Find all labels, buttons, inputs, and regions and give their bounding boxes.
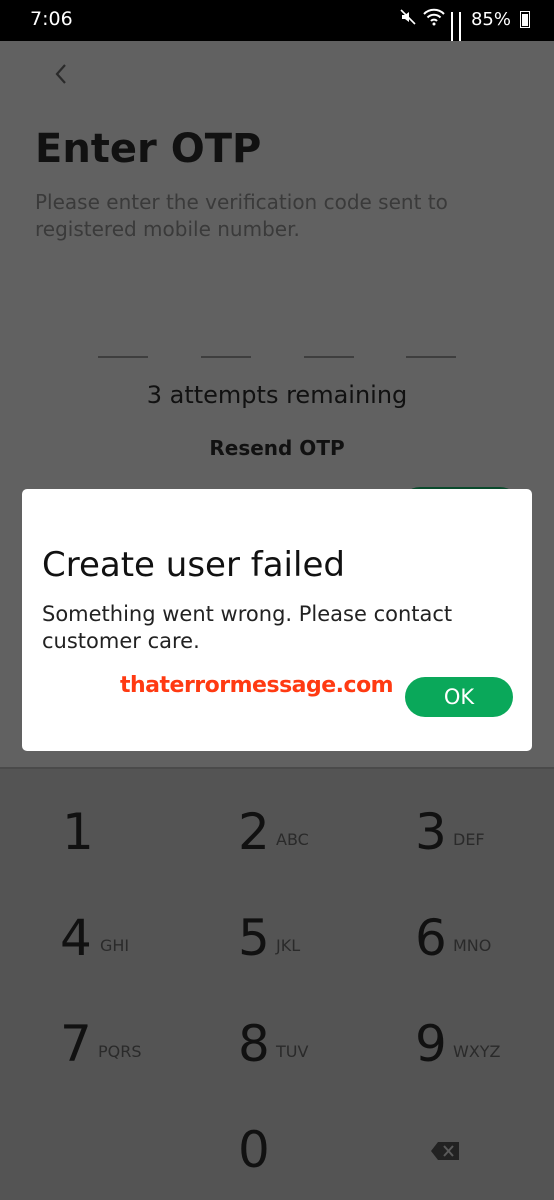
key-8[interactable]: 8 TUV bbox=[238, 1014, 388, 1094]
dialog-message: Something went wrong. Please contact cus… bbox=[42, 602, 453, 653]
key-digit: 6 bbox=[415, 909, 447, 967]
key-digit: 7 bbox=[60, 1015, 92, 1073]
key-6[interactable]: 6 MNO bbox=[415, 908, 545, 988]
error-dialog: Create user failed Something went wrong.… bbox=[22, 489, 532, 751]
battery-level: 85% bbox=[470, 9, 511, 30]
mute-icon bbox=[399, 8, 417, 31]
signal-icon bbox=[458, 11, 461, 49]
dialog-title: Create user failed bbox=[42, 545, 345, 585]
key-digit: 3 bbox=[415, 803, 447, 861]
otp-digit-field[interactable] bbox=[304, 356, 354, 358]
key-digit: 0 bbox=[238, 1121, 270, 1179]
backspace-icon bbox=[431, 1142, 459, 1160]
key-7[interactable]: 7 PQRS bbox=[60, 1014, 210, 1094]
key-0[interactable]: 0 bbox=[238, 1120, 318, 1200]
back-button[interactable] bbox=[46, 59, 76, 89]
key-digit: 4 bbox=[60, 909, 92, 967]
otp-digit-field[interactable] bbox=[201, 356, 251, 358]
key-letters: DEF bbox=[453, 830, 485, 849]
key-9[interactable]: 9 WXYZ bbox=[415, 1014, 545, 1094]
resend-otp-link[interactable]: Resend OTP bbox=[0, 436, 554, 460]
otp-digit-field[interactable] bbox=[98, 356, 148, 358]
key-letters: WXYZ bbox=[453, 1042, 501, 1061]
key-2[interactable]: 2 ABC bbox=[238, 802, 388, 882]
key-letters: TUV bbox=[276, 1042, 309, 1061]
status-icons: 85% bbox=[399, 8, 530, 49]
key-letters: JKL bbox=[276, 936, 301, 955]
key-5[interactable]: 5 JKL bbox=[238, 908, 388, 988]
signal-icon bbox=[450, 11, 453, 49]
status-time: 7:06 bbox=[30, 8, 73, 30]
key-letters: GHI bbox=[100, 936, 130, 955]
watermark: thaterrormessage.com bbox=[120, 673, 394, 698]
page-subtitle: Please enter the verification code sent … bbox=[35, 190, 448, 241]
key-letters: ABC bbox=[276, 830, 309, 849]
otp-digit-field[interactable] bbox=[406, 356, 456, 358]
key-digit: 9 bbox=[415, 1015, 447, 1073]
key-digit: 5 bbox=[238, 909, 270, 967]
key-letters: PQRS bbox=[98, 1042, 142, 1061]
key-letters: MNO bbox=[453, 936, 492, 955]
chevron-left-icon bbox=[55, 64, 66, 84]
ok-button[interactable]: OK bbox=[405, 677, 513, 717]
key-4[interactable]: 4 GHI bbox=[60, 908, 210, 988]
key-digit: 1 bbox=[62, 803, 94, 861]
attempts-remaining: 3 attempts remaining bbox=[146, 381, 408, 409]
wifi-icon bbox=[423, 8, 445, 31]
key-digit: 8 bbox=[238, 1015, 270, 1073]
backspace-button[interactable] bbox=[430, 1141, 460, 1161]
key-3[interactable]: 3 DEF bbox=[415, 802, 545, 882]
key-1[interactable]: 1 bbox=[62, 802, 212, 882]
status-bar: 7:06 85% bbox=[0, 0, 554, 49]
key-digit: 2 bbox=[238, 803, 270, 861]
page-title: Enter OTP bbox=[35, 126, 262, 172]
battery-icon bbox=[520, 11, 530, 28]
numeric-keypad: 1 2 ABC 3 DEF 4 GHI 5 JKL 6 MNO 7 PQRS 8… bbox=[0, 767, 554, 1200]
